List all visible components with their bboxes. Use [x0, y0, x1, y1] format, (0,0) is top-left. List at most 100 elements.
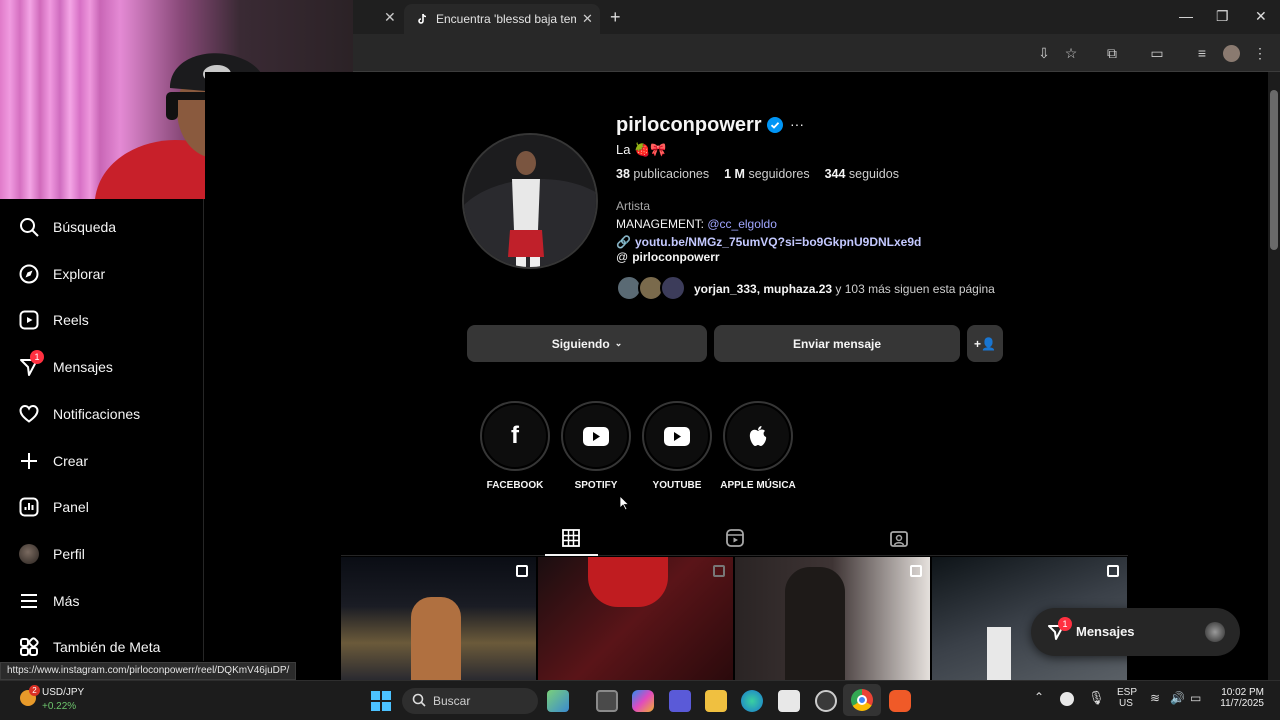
tray-chevron-icon[interactable]: ⌃: [1034, 690, 1044, 704]
taskbar-active-app[interactable]: [843, 684, 881, 716]
management-handle-link[interactable]: @cc_elgoldo: [707, 217, 777, 231]
youtube-icon: [565, 405, 627, 467]
close-window-icon[interactable]: ✕: [1255, 8, 1267, 25]
sidebar-item-label: Explorar: [53, 266, 106, 282]
followed-by-avatars[interactable]: [616, 275, 688, 301]
more-options-button[interactable]: ···: [790, 116, 804, 132]
profile-avatar-icon[interactable]: [1223, 45, 1240, 62]
weather-widget-icon[interactable]: 2: [18, 685, 40, 708]
close-tab-icon[interactable]: ✕: [582, 11, 593, 27]
post-thumbnail[interactable]: [341, 557, 536, 680]
chrome-icon-center: [857, 695, 867, 705]
reel-icon: [713, 565, 725, 577]
messages-bubble[interactable]: 1 Mensajes: [1031, 608, 1240, 656]
tab-reels[interactable]: [726, 529, 744, 552]
meta-icon: [18, 636, 40, 658]
tab-title: Encuentra 'blessd baja temas d...: [436, 12, 576, 26]
sidebar-item-reels[interactable]: Reels: [18, 306, 89, 334]
sidebar-item-busqueda[interactable]: Búsqueda: [18, 213, 116, 241]
store-icon[interactable]: [778, 690, 800, 712]
teams-icon[interactable]: [669, 690, 691, 712]
scrollbar-thumb[interactable]: [1270, 90, 1278, 250]
following-count[interactable]: 344: [825, 167, 846, 181]
following-button[interactable]: Siguiendo ⌄: [467, 325, 707, 362]
profile-link[interactable]: 🔗 youtu.be/NMGz_75umVQ?si=bo9GkpnU9DNLxe…: [616, 235, 921, 249]
microphone-icon[interactable]: 🎙: [1088, 690, 1105, 706]
profile-picture[interactable]: [462, 133, 598, 269]
sidebar-item-mas[interactable]: Más: [18, 587, 79, 615]
sidebar-item-crear[interactable]: Crear: [18, 447, 88, 475]
file-explorer-icon[interactable]: [705, 690, 727, 712]
plus-icon: [18, 450, 40, 472]
windows-start-icon[interactable]: [370, 690, 392, 712]
profile-link-text[interactable]: youtu.be/NMGz_75umVQ?si=bo9GkpnU9DNLxe9d: [635, 235, 921, 249]
sidepanel-icon[interactable]: ▭: [1148, 44, 1166, 62]
tab-posts[interactable]: [562, 529, 580, 552]
sidebar-item-explorar[interactable]: Explorar: [18, 260, 105, 288]
media-control-icon[interactable]: ≡: [1193, 44, 1211, 62]
followers-label[interactable]: seguidores: [748, 167, 809, 181]
tab-tagged[interactable]: [890, 529, 908, 552]
link-icon: 🔗: [616, 235, 631, 249]
sidebar-item-notificaciones[interactable]: Notificaciones: [18, 400, 140, 428]
sidebar-item-label: Perfil: [53, 546, 85, 562]
ticker-change: +0.22%: [42, 701, 77, 712]
suggest-similar-button[interactable]: +👤: [967, 325, 1003, 362]
taskbar-search[interactable]: Buscar: [402, 688, 538, 714]
heart-icon: [18, 403, 40, 425]
following-button-label: Siguiendo: [551, 336, 610, 351]
battery-icon[interactable]: ▭: [1190, 691, 1201, 705]
clock[interactable]: 10:02 PM 11/7/2025: [1214, 687, 1264, 709]
minimize-icon[interactable]: —: [1179, 8, 1193, 24]
extensions-icon[interactable]: ⧉: [1103, 44, 1121, 62]
highlight-youtube[interactable]: [642, 401, 712, 471]
new-tab-button[interactable]: +: [610, 7, 621, 28]
search-icon: [18, 216, 40, 238]
app-icon[interactable]: [815, 690, 837, 712]
post-thumbnail[interactable]: [538, 557, 733, 680]
widget-badge: 2: [29, 685, 40, 696]
tab-active[interactable]: Encuentra 'blessd baja temas d... ✕: [404, 4, 600, 34]
sidebar-item-perfil[interactable]: Perfil: [18, 540, 85, 568]
highlight-spotify[interactable]: [561, 401, 631, 471]
sidebar-item-label: Reels: [53, 312, 89, 328]
bookmark-star-icon[interactable]: ☆: [1062, 44, 1080, 62]
post-thumbnail[interactable]: [735, 557, 930, 680]
maximize-icon[interactable]: ❐: [1216, 8, 1229, 25]
edge-icon[interactable]: [741, 690, 763, 712]
threads-username: pirloconpowerr: [632, 250, 720, 264]
followers-count[interactable]: 1 M: [724, 167, 745, 181]
sidebar-item-tambien-de-meta[interactable]: También de Meta: [18, 633, 160, 661]
wifi-icon[interactable]: ≋: [1150, 691, 1160, 705]
notification-badge: 1: [1058, 617, 1072, 631]
task-view-icon[interactable]: [596, 690, 618, 712]
close-tab-icon[interactable]: ✕: [384, 9, 396, 26]
threads-link[interactable]: @ pirloconpowerr: [616, 250, 720, 264]
send-message-button[interactable]: Enviar mensaje: [714, 325, 960, 362]
install-app-icon[interactable]: ⇩: [1035, 44, 1053, 62]
sidebar-item-label: Panel: [53, 499, 89, 515]
tray-app-icon[interactable]: [1060, 692, 1074, 706]
facebook-icon: f: [484, 405, 546, 467]
follower-avatar: [660, 275, 686, 301]
messenger-icon: 1: [18, 350, 44, 378]
sidebar-item-panel[interactable]: Panel: [18, 493, 89, 521]
sidebar-item-mensajes[interactable]: 1 Mensajes: [18, 350, 113, 381]
brave-icon[interactable]: [889, 690, 911, 712]
volume-icon[interactable]: 🔊: [1170, 691, 1185, 705]
mouse-cursor: [619, 495, 630, 516]
page-scrollbar[interactable]: [1268, 72, 1280, 680]
following-label[interactable]: seguidos: [849, 167, 899, 181]
chevron-down-icon: ⌄: [614, 338, 623, 348]
sidebar-item-label: Notificaciones: [53, 406, 141, 422]
followed-by-rest: y 103 más siguen esta página: [832, 282, 995, 296]
highlight-apple-musica[interactable]: [723, 401, 793, 471]
ticker-symbol[interactable]: USD/JPY: [42, 687, 84, 698]
language-indicator[interactable]: ESP US: [1117, 687, 1137, 709]
copilot-icon[interactable]: [632, 690, 654, 712]
highlight-facebook[interactable]: f: [480, 401, 550, 471]
reels-icon: [726, 529, 744, 547]
more-menu-icon[interactable]: ⋮: [1251, 44, 1269, 62]
followed-by-text[interactable]: yorjan_333, muphaza.23 y 103 más siguen …: [694, 282, 995, 296]
widgets-app-icon[interactable]: [547, 690, 569, 712]
